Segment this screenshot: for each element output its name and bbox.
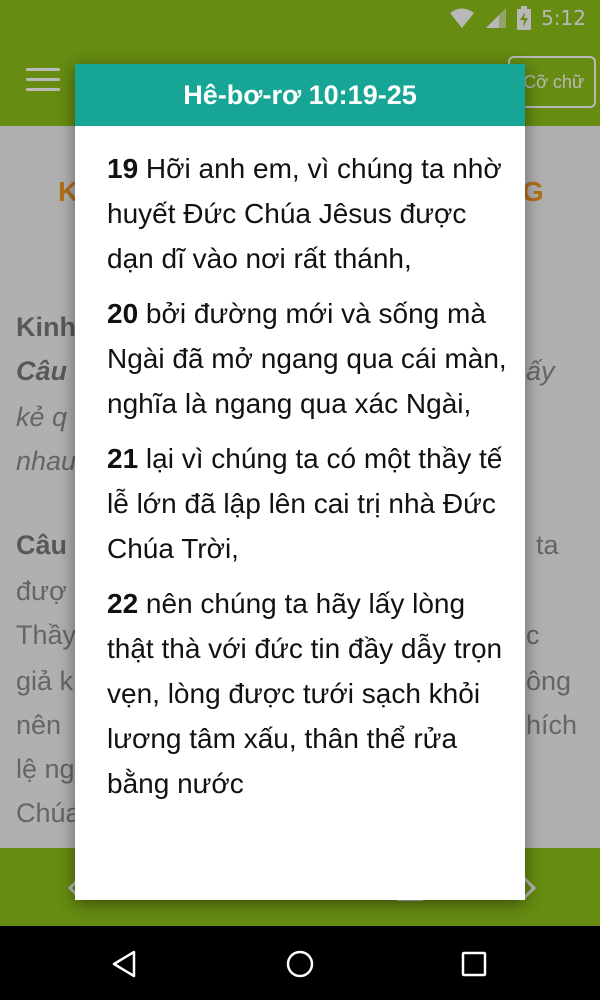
verse-number: 21: [107, 443, 139, 474]
verse-item: 20 bởi đường mới và sống mà Ngài đã mở n…: [107, 291, 511, 426]
verse-text: lại vì chúng ta có một thầy tế lễ lớn đã…: [107, 443, 503, 564]
verse-text: nên chúng ta hãy lấy lòng thật thà với đ…: [107, 588, 503, 799]
verse-number: 20: [107, 298, 139, 329]
system-nav-bar: [0, 926, 600, 1000]
dialog-title: Hê-bơ-rơ 10:19-25: [75, 64, 525, 126]
verse-list[interactable]: 19 Hỡi anh em, vì chúng ta nhờ huyết Đức…: [75, 126, 525, 806]
back-icon[interactable]: [106, 946, 142, 982]
verse-item: 21 lại vì chúng ta có một thầy tế lễ lớn…: [107, 436, 511, 571]
verse-number: 19: [107, 153, 139, 184]
verse-item: 19 Hỡi anh em, vì chúng ta nhờ huyết Đức…: [107, 146, 511, 281]
verse-text: Hỡi anh em, vì chúng ta nhờ huyết Đức Ch…: [107, 153, 502, 274]
home-icon[interactable]: [282, 946, 318, 982]
verse-item: 22 nên chúng ta hãy lấy lòng thật thà vớ…: [107, 581, 511, 806]
verse-dialog: Hê-bơ-rơ 10:19-25 19 Hỡi anh em, vì chún…: [75, 64, 525, 900]
verse-text: bởi đường mới và sống mà Ngài đã mở ngan…: [107, 298, 507, 419]
verse-number: 22: [107, 588, 139, 619]
recent-apps-icon[interactable]: [456, 946, 492, 982]
